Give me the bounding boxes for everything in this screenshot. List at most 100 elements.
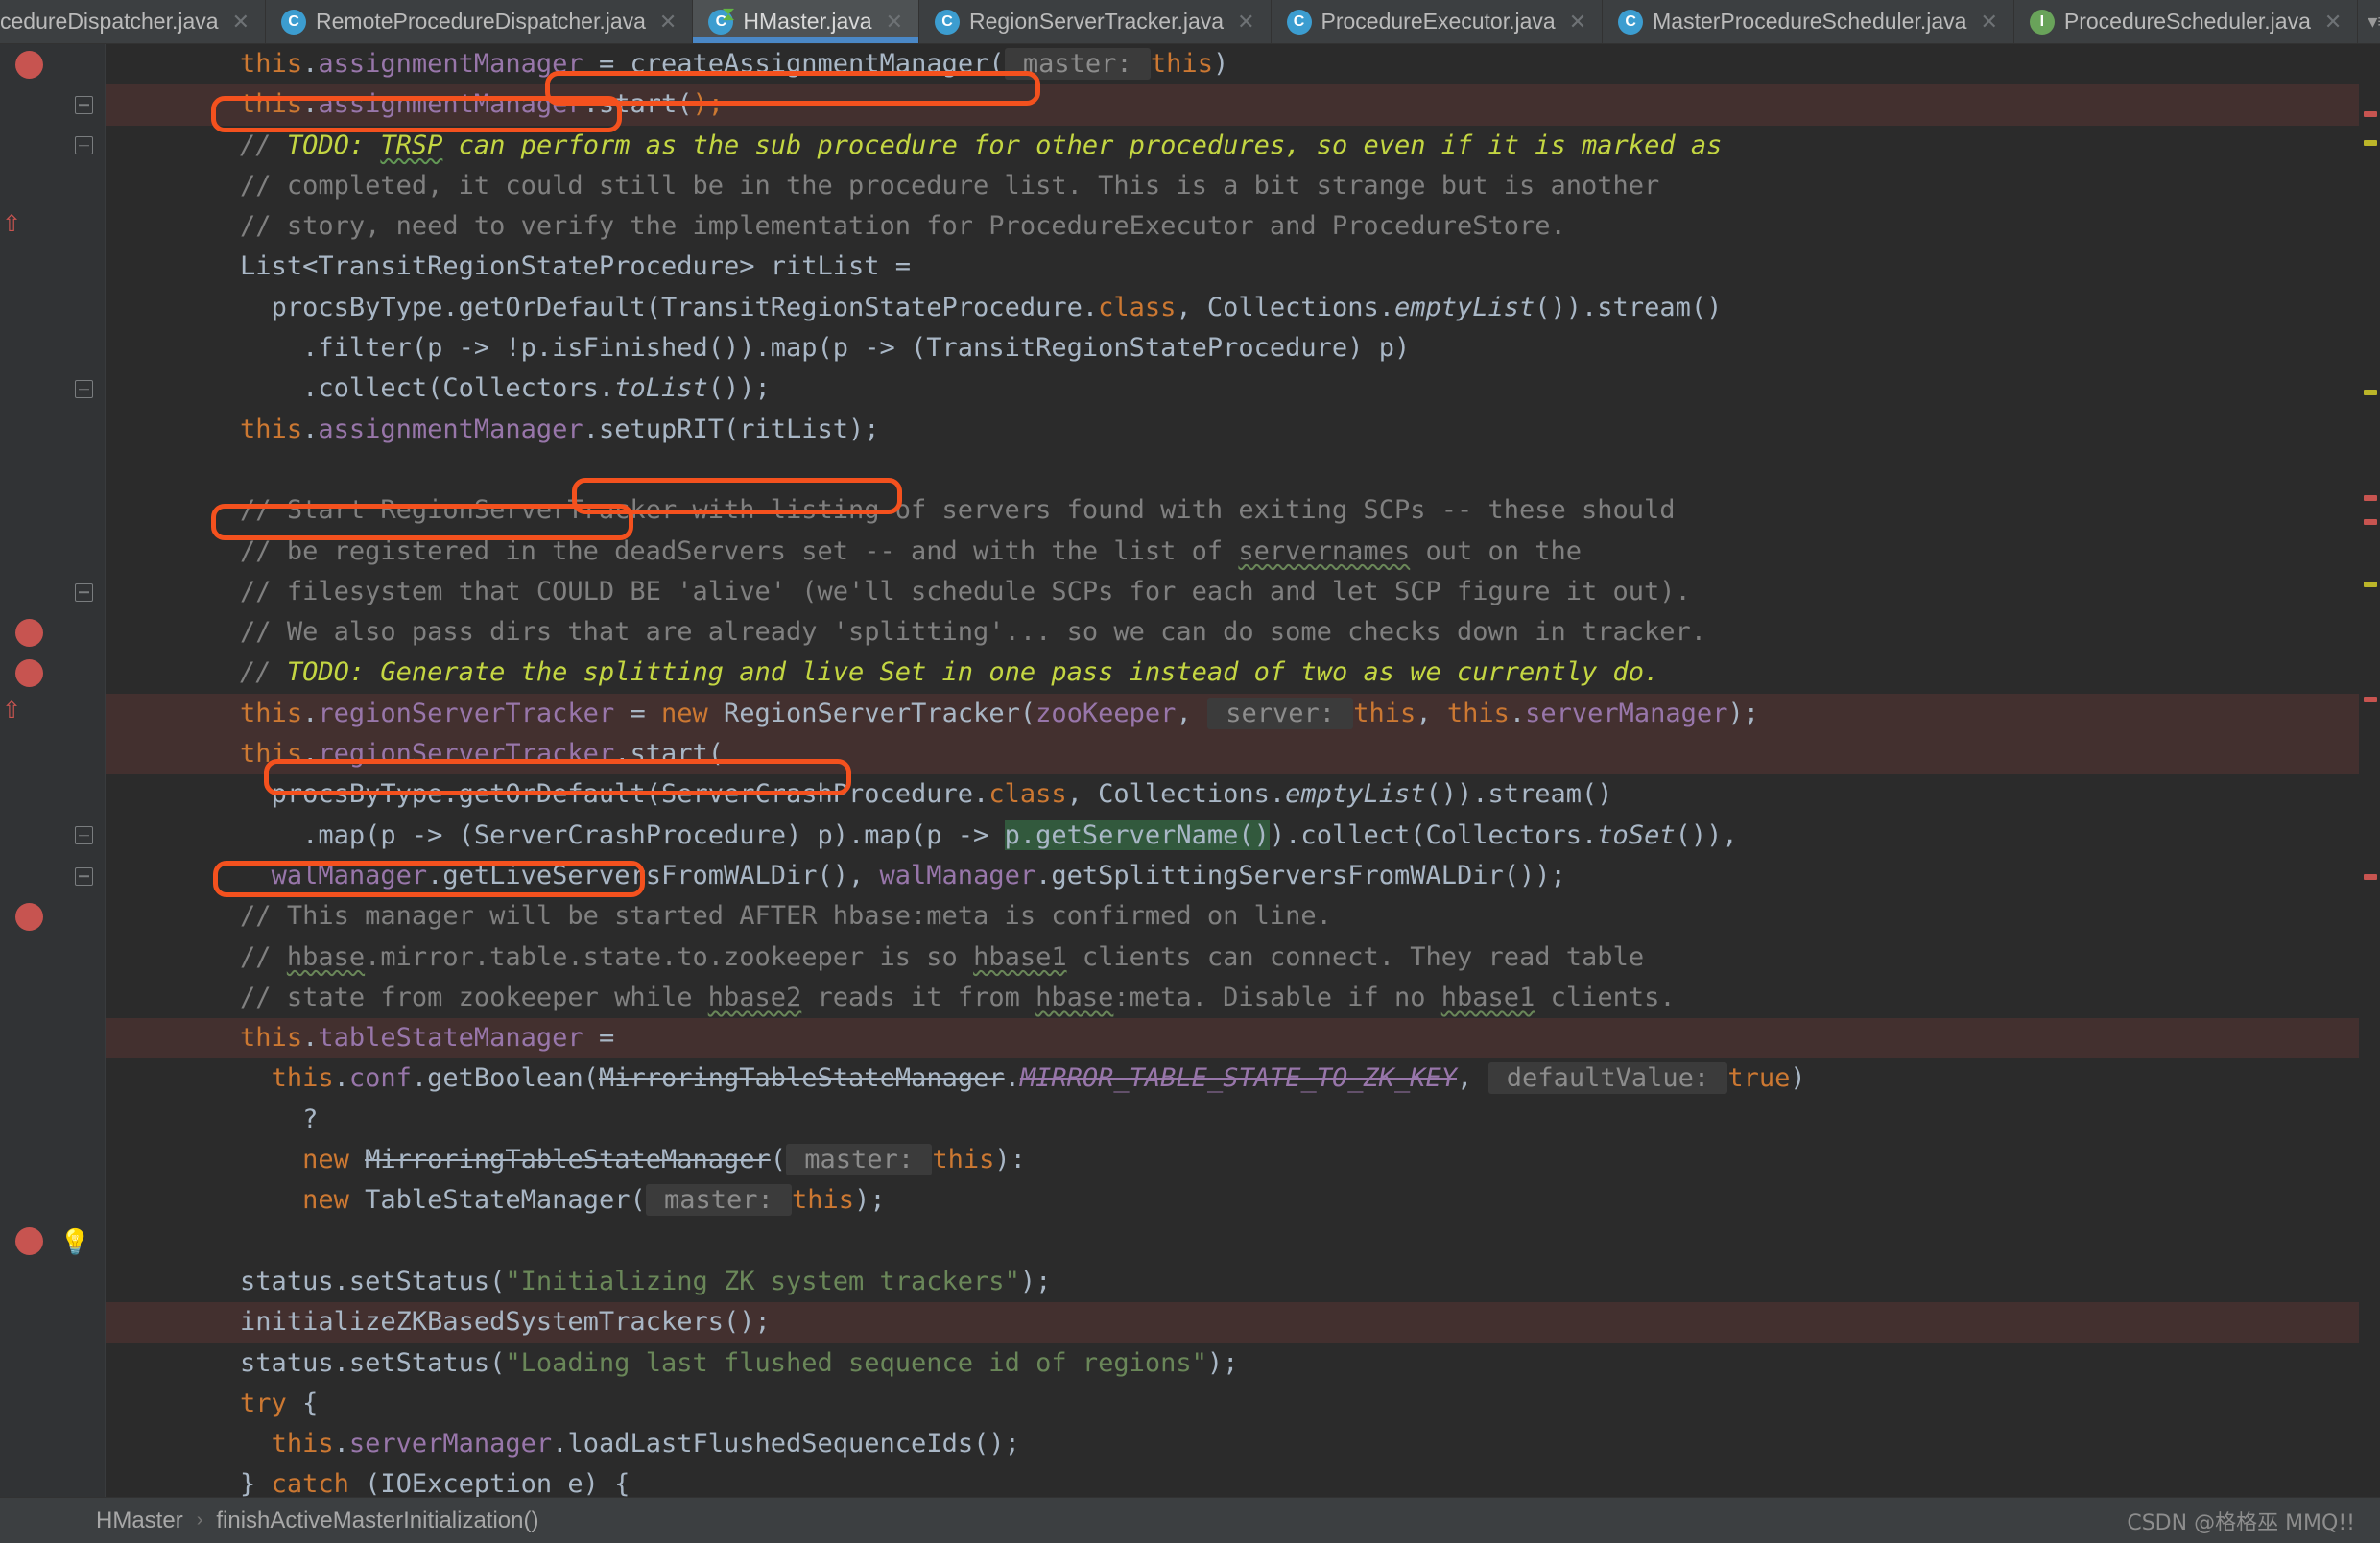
code-fold-toggle[interactable]: [75, 826, 93, 845]
close-icon[interactable]: ✕: [232, 10, 250, 35]
editor-tab-regionservertracker[interactable]: C RegionServerTracker.java ✕: [919, 0, 1272, 43]
scrollbar-marker[interactable]: [2364, 697, 2377, 702]
editor-tab-hmaster[interactable]: C HMaster.java ✕: [693, 0, 920, 43]
class-icon: C: [1618, 9, 1644, 35]
close-icon[interactable]: ✕: [1980, 10, 1997, 35]
code-token: // filesystem that COULD BE 'alive' (we'…: [240, 576, 1691, 606]
code-token: .start(: [614, 739, 724, 770]
editor-tab-ceduredispatcher[interactable]: cedureDispatcher.java ✕: [0, 0, 267, 43]
code-token: new: [660, 698, 708, 728]
scrollbar-marker[interactable]: [2364, 111, 2377, 117]
code-line[interactable]: initializeZKBasedSystemTrackers();: [106, 1302, 2380, 1343]
code-line[interactable]: this.assignmentManager = createAssignmen…: [106, 44, 2380, 84]
breakpoint-icon[interactable]: [15, 1227, 43, 1256]
close-icon[interactable]: ✕: [886, 10, 903, 35]
code-line[interactable]: // filesystem that COULD BE 'alive' (we'…: [106, 572, 2380, 612]
code-token: .: [302, 739, 319, 770]
code-fold-toggle[interactable]: [75, 866, 93, 886]
editor-marker-strip[interactable]: [2359, 44, 2380, 1497]
editor-gutter[interactable]: 💡 ⇧ ⇧: [0, 44, 106, 1497]
editor-tab-procedureexecutor[interactable]: C ProcedureExecutor.java ✕: [1271, 0, 1604, 43]
code-line[interactable]: // TODO: Generate the splitting and live…: [106, 653, 2380, 693]
scrollbar-marker[interactable]: [2364, 582, 2377, 587]
scrollbar-marker[interactable]: [2364, 519, 2377, 525]
code-line[interactable]: .map(p -> (ServerCrashProcedure) p).map(…: [106, 816, 2380, 856]
code-canvas[interactable]: this.assignmentManager = createAssignmen…: [106, 44, 2380, 1497]
close-icon[interactable]: ✕: [2324, 10, 2342, 35]
code-line[interactable]: this.regionServerTracker = new RegionSer…: [106, 693, 2380, 735]
code-line[interactable]: // This manager will be started AFTER hb…: [106, 896, 2380, 937]
code-line[interactable]: } catch (IOException e) {: [106, 1464, 2380, 1497]
code-token: assignmentManager: [318, 414, 583, 444]
scrollbar-marker[interactable]: [2364, 874, 2377, 880]
code-line[interactable]: .filter(p -> !p.isFinished()).map(p -> (…: [106, 328, 2380, 368]
editor-tab-label: RegionServerTracker.java: [969, 9, 1225, 34]
breadcrumb-item-method[interactable]: finishActiveMasterInitialization(): [216, 1507, 538, 1534]
code-line[interactable]: this.assignmentManager.start();: [106, 84, 2380, 126]
code-line[interactable]: // TODO: TRSP can perform as the sub pro…: [106, 126, 2380, 166]
code-line[interactable]: this.tableStateManager =: [106, 1018, 2380, 1059]
code-line[interactable]: procsByType.getOrDefault(TransitRegionSt…: [106, 288, 2380, 328]
code-fold-toggle[interactable]: [75, 582, 93, 602]
code-line[interactable]: this.regionServerTracker.start(: [106, 734, 2380, 775]
code-line[interactable]: walManager.getLiveServersFromWALDir(), w…: [106, 856, 2380, 896]
code-token: ,: [1416, 698, 1447, 728]
method-override-arrow-icon[interactable]: ⇧: [2, 700, 21, 723]
code-line[interactable]: status.setStatus("Loading last flushed s…: [106, 1343, 2380, 1384]
editor-tab-remoteproceduredispatcher[interactable]: C RemoteProcedureDispatcher.java ✕: [266, 0, 694, 43]
close-icon[interactable]: ✕: [659, 10, 677, 35]
scrollbar-marker[interactable]: [2364, 140, 2377, 146]
code-token: MirroringTableStateManager: [598, 1063, 1005, 1094]
code-line[interactable]: // state from zookeeper while hbase2 rea…: [106, 978, 2380, 1018]
code-line[interactable]: this.serverManager.loadLastFlushedSequen…: [106, 1424, 2380, 1464]
editor-tab-procedurescheduler[interactable]: I ProcedureScheduler.java ✕: [2013, 0, 2359, 43]
code-line[interactable]: // hbase.mirror.table.state.to.zookeeper…: [106, 938, 2380, 978]
code-token: this: [932, 1145, 995, 1175]
code-line[interactable]: List<TransitRegionStateProcedure> ritLis…: [106, 247, 2380, 287]
code-line[interactable]: this.assignmentManager.setupRIT(ritList)…: [106, 410, 2380, 450]
breakpoint-icon[interactable]: [15, 659, 43, 688]
code-token: servernames: [1238, 535, 1411, 566]
scrollbar-marker[interactable]: [2364, 390, 2377, 395]
code-line[interactable]: new TableStateManager( master: this);: [106, 1180, 2380, 1221]
breadcrumb-item-class[interactable]: HMaster: [96, 1507, 183, 1534]
breakpoint-icon[interactable]: [15, 902, 43, 931]
code-line[interactable]: status.setStatus("Initializing ZK system…: [106, 1262, 2380, 1302]
tab-list-overflow-button[interactable]: ▾≡: [2358, 0, 2380, 43]
code-line[interactable]: // story, need to verify the implementat…: [106, 206, 2380, 247]
code-line[interactable]: // We also pass dirs that are already 's…: [106, 612, 2380, 653]
code-fold-toggle[interactable]: [75, 380, 93, 399]
scrollbar-marker[interactable]: [2364, 495, 2377, 501]
breakpoint-icon[interactable]: [15, 50, 43, 79]
close-icon[interactable]: ✕: [1237, 10, 1254, 35]
code-line[interactable]: .collect(Collectors.toList());: [106, 368, 2380, 409]
class-icon: C: [1286, 9, 1312, 35]
close-icon[interactable]: ✕: [1569, 10, 1586, 35]
code-line[interactable]: this.conf.getBoolean(MirroringTableState…: [106, 1058, 2380, 1099]
code-fold-toggle[interactable]: [75, 95, 93, 114]
class-modified-icon: C: [708, 9, 734, 35]
code-line[interactable]: try {: [106, 1384, 2380, 1424]
lightbulb-icon[interactable]: 💡: [60, 1227, 90, 1256]
breakpoint-icon[interactable]: [15, 618, 43, 647]
editor-tab-label: cedureDispatcher.java: [0, 9, 219, 34]
method-override-arrow-icon[interactable]: ⇧: [2, 212, 21, 236]
code-line[interactable]: // completed, it could still be in the p…: [106, 166, 2380, 206]
code-line[interactable]: // be registered in the deadServers set …: [106, 532, 2380, 572]
code-fold-toggle[interactable]: [75, 136, 93, 155]
code-line[interactable]: [106, 1222, 2380, 1262]
code-line[interactable]: [106, 450, 2380, 490]
code-token: assignmentManager: [318, 49, 583, 79]
code-line[interactable]: ?: [106, 1100, 2380, 1140]
code-line[interactable]: procsByType.getOrDefault(ServerCrashProc…: [106, 774, 2380, 815]
code-token: p.getServerName(): [1004, 819, 1270, 850]
code-token: new: [302, 1185, 349, 1216]
code-line[interactable]: // Start RegionServerTracker with listin…: [106, 490, 2380, 531]
code-token: assignmentManager: [318, 89, 583, 120]
code-line[interactable]: new MirroringTableStateManager( master: …: [106, 1140, 2380, 1180]
editor-tab-masterprocedurescheduler[interactable]: C MasterProcedureScheduler.java ✕: [1603, 0, 2014, 43]
